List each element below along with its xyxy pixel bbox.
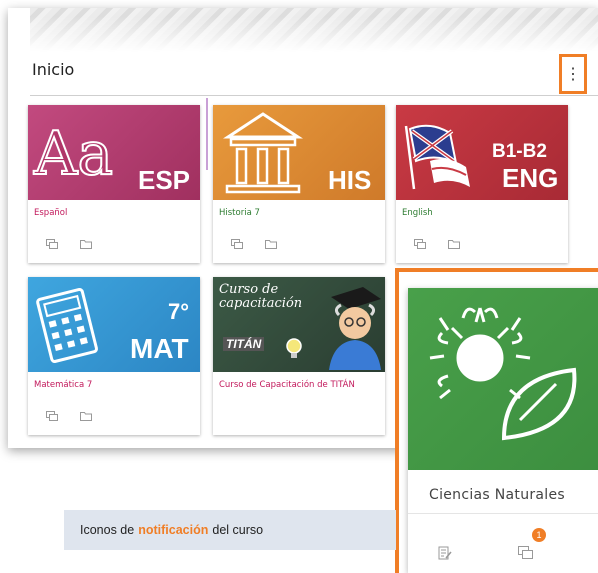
assignment-icon[interactable] xyxy=(438,546,452,560)
scroll-indicator xyxy=(206,98,208,170)
course-card-titan[interactable]: Curso de capacitación TITÁN Curso de Cap… xyxy=(213,277,385,435)
folder-icon[interactable] xyxy=(80,239,92,249)
sun-leaf-icon xyxy=(429,307,577,441)
kebab-menu-icon: ⋮ xyxy=(565,66,581,83)
course-name[interactable]: English xyxy=(402,208,433,218)
featured-course-highlight: Ciencias Naturales 1 xyxy=(395,268,598,573)
course-image-historia: HIS xyxy=(213,105,385,200)
course-name[interactable]: Español xyxy=(34,208,67,218)
forum-icon[interactable] xyxy=(46,411,58,421)
caption-highlight: notificación xyxy=(138,523,209,537)
course-card-historia[interactable]: HIS Historia 7 xyxy=(213,105,385,263)
lightbulb-icon xyxy=(286,338,302,358)
course-name[interactable]: Historia 7 xyxy=(219,208,260,218)
folder-icon[interactable] xyxy=(448,239,460,249)
course-name[interactable]: Curso de Capacitación de TITÁN xyxy=(219,380,359,390)
header-divider xyxy=(30,95,598,96)
course-card-espanol[interactable]: Aa ESP Español xyxy=(28,105,200,263)
course-image-titan: Curso de capacitación TITÁN xyxy=(213,277,385,372)
calculator-icon xyxy=(36,288,98,363)
course-image-espanol: Aa ESP xyxy=(28,105,200,200)
forum-icon[interactable] xyxy=(46,239,58,249)
course-card-matematica[interactable]: 7° MAT Matemática 7 xyxy=(28,277,200,435)
course-name[interactable]: Ciencias Naturales xyxy=(429,487,565,503)
teacher-illustration xyxy=(329,287,381,370)
course-image-matematica: 7° MAT xyxy=(28,277,200,372)
forum-icon[interactable] xyxy=(414,239,426,249)
more-options-button[interactable]: ⋮ xyxy=(559,54,587,94)
course-name[interactable]: Matemática 7 xyxy=(34,380,92,390)
folder-icon[interactable] xyxy=(80,411,92,421)
course-card-english[interactable]: B1-B2 ENG English xyxy=(396,105,568,263)
page-title: Inicio xyxy=(32,60,75,79)
forum-icon[interactable] xyxy=(231,239,243,249)
folder-icon[interactable] xyxy=(265,239,277,249)
caption-suffix: del curso xyxy=(212,523,264,537)
course-image-ciencias xyxy=(408,288,598,470)
caption-prefix: Iconos de xyxy=(80,523,135,537)
building-icon xyxy=(223,112,303,194)
course-image-english: B1-B2 ENG xyxy=(396,105,568,200)
forum-icon[interactable] xyxy=(518,546,534,560)
flags-icon xyxy=(404,124,470,190)
course-card-ciencias-naturales[interactable]: Ciencias Naturales 1 xyxy=(408,288,598,573)
caption-box: Iconos de notificación del curso xyxy=(64,510,396,550)
notification-badge: 1 xyxy=(532,528,546,542)
